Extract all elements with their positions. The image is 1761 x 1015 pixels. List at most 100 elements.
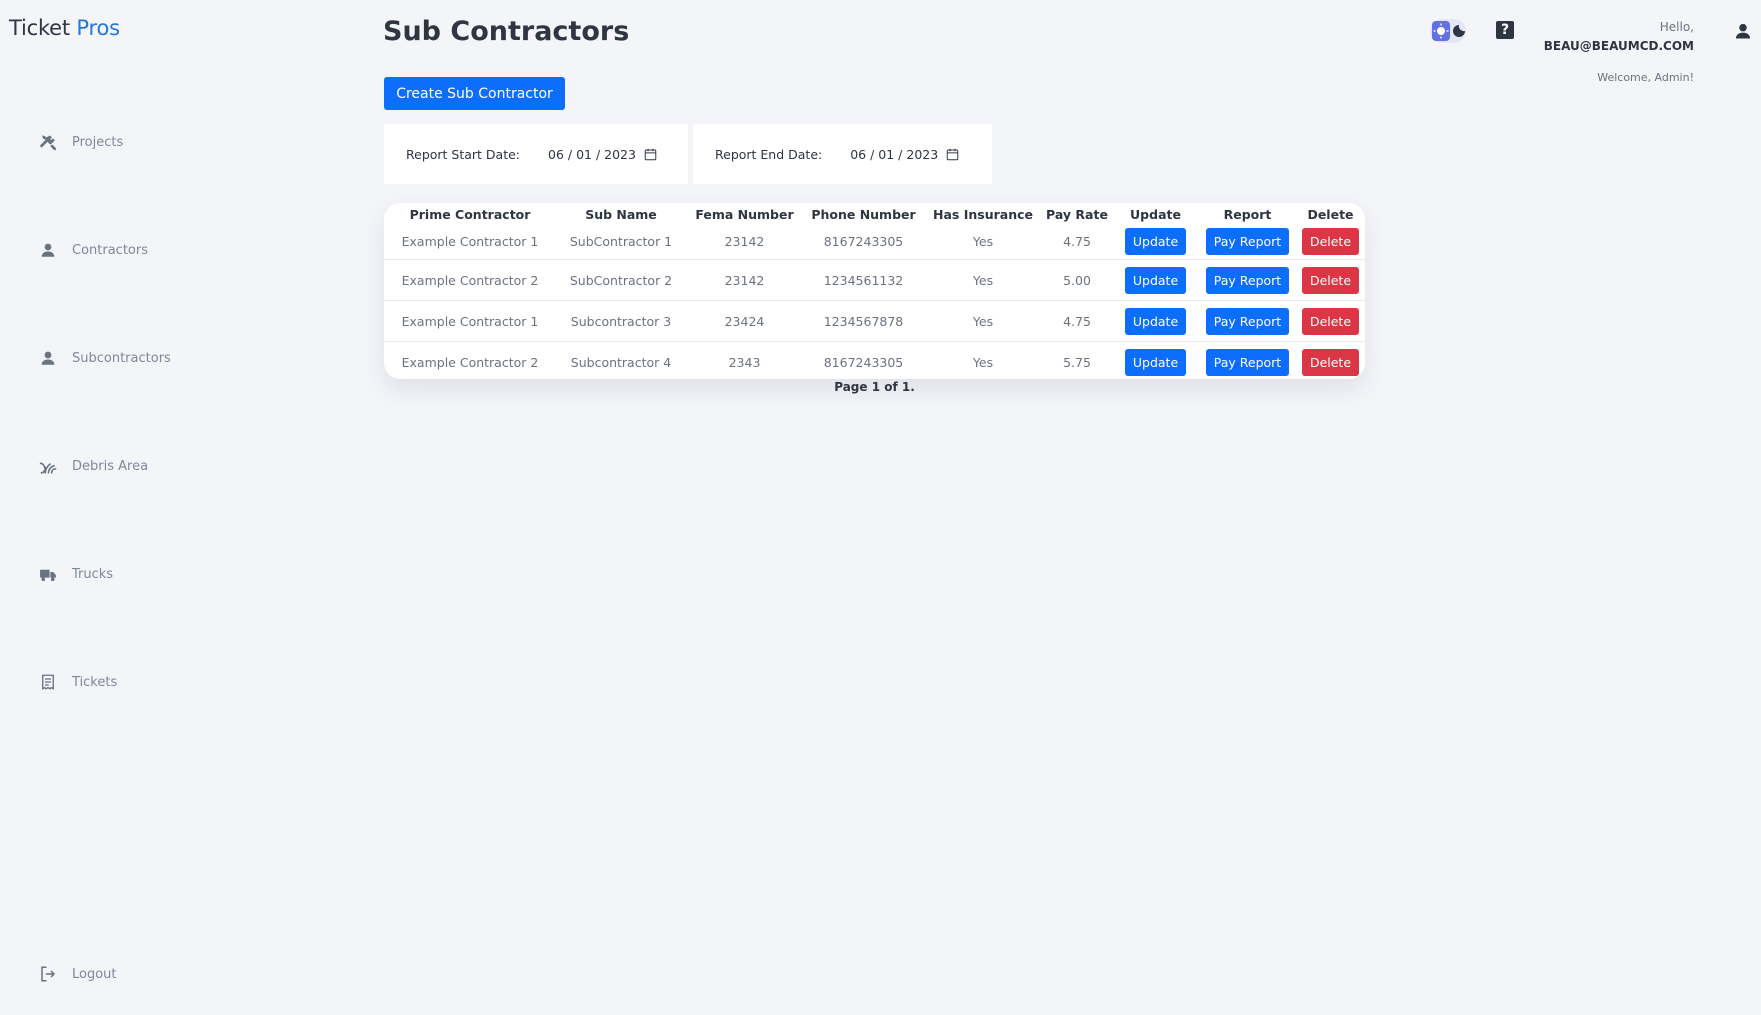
report-end-date-input[interactable]: 06 / 01 / 2023 <box>850 147 959 162</box>
truck-icon <box>38 564 58 584</box>
subcontractors-table-card: Prime Contractor Sub Name Fema Number Ph… <box>384 203 1365 379</box>
sidebar-item-projects[interactable]: Projects <box>38 132 123 152</box>
column-header-has-insurance[interactable]: Has Insurance <box>924 203 1042 223</box>
sidebar-item-debris-area[interactable]: Debris Area <box>38 456 148 476</box>
cell-pay-rate: 4.75 <box>1042 300 1112 342</box>
person-icon <box>38 240 58 260</box>
cell-prime-contractor: Example Contractor 1 <box>384 300 556 342</box>
cell-delete: Delete <box>1296 223 1365 260</box>
cell-phone-number: 1234561132 <box>803 259 924 301</box>
table-header-row: Prime Contractor Sub Name Fema Number Ph… <box>384 203 1365 223</box>
brand-accent: Pros <box>76 16 120 40</box>
report-end-date-box: Report End Date: 06 / 01 / 2023 <box>693 124 992 184</box>
table-row: Example Contractor 2 Subcontractor 4 234… <box>384 341 1365 379</box>
cell-delete: Delete <box>1296 259 1365 301</box>
cell-has-insurance: Yes <box>924 341 1042 379</box>
cell-pay-rate: 5.00 <box>1042 259 1112 301</box>
cell-has-insurance: Yes <box>924 300 1042 342</box>
column-header-sub-name[interactable]: Sub Name <box>556 203 686 223</box>
cell-update: Update <box>1112 223 1199 260</box>
cell-prime-contractor: Example Contractor 2 <box>384 341 556 379</box>
update-button[interactable]: Update <box>1124 227 1187 255</box>
delete-button[interactable]: Delete <box>1301 266 1360 294</box>
cell-pay-rate: 5.75 <box>1042 341 1112 379</box>
cell-pay-rate: 4.75 <box>1063 233 1091 249</box>
report-start-date-box: Report Start Date: 06 / 01 / 2023 <box>384 124 688 184</box>
cell-phone-number: 1234567878 <box>803 300 924 342</box>
user-email: BEAU@BEAUMCD.COM <box>1543 39 1694 53</box>
column-header-fema-number[interactable]: Fema Number <box>686 203 803 223</box>
cell-sub-name: Subcontractor 3 <box>556 300 686 342</box>
calendar-icon[interactable] <box>946 148 959 161</box>
cell-update: Update <box>1112 300 1199 342</box>
brand-logo[interactable]: Ticket Pros <box>9 16 120 40</box>
cell-sub-name: SubContractor 1 <box>569 233 673 249</box>
column-header-prime-contractor[interactable]: Prime Contractor <box>384 203 556 223</box>
cell-fema-number: 2343 <box>686 341 803 379</box>
report-start-date-value: 06 / 01 / 2023 <box>548 146 636 162</box>
welcome-message: Welcome, Admin! <box>1597 71 1694 84</box>
cell-delete: Delete <box>1296 300 1365 342</box>
tools-icon <box>38 132 58 152</box>
cell-report: Pay Report <box>1199 223 1296 260</box>
cell-delete: Delete <box>1296 341 1365 379</box>
column-header-delete: Delete <box>1307 206 1354 222</box>
column-header-report: Report <box>1223 206 1272 222</box>
delete-button[interactable]: Delete <box>1301 227 1360 255</box>
create-sub-contractor-button[interactable]: Create Sub Contractor <box>384 77 565 110</box>
update-button[interactable]: Update <box>1124 266 1187 294</box>
sidebar-item-label: Tickets <box>72 674 118 690</box>
table-row: Example Contractor 1 Subcontractor 3 234… <box>384 300 1365 342</box>
grass-icon <box>38 456 58 476</box>
user-account-icon[interactable] <box>1733 21 1753 41</box>
sidebar-item-tickets[interactable]: Tickets <box>38 672 117 692</box>
cell-fema-number: 23142 <box>686 259 803 301</box>
delete-button[interactable]: Delete <box>1301 307 1360 335</box>
cell-fema-number: 23142 <box>724 233 765 249</box>
report-end-date-label: Report End Date: <box>715 146 823 162</box>
sidebar-item-label: Debris Area <box>72 458 149 474</box>
pay-report-button[interactable]: Pay Report <box>1205 266 1290 294</box>
cell-report: Pay Report <box>1199 300 1296 342</box>
sidebar-item-subcontractors[interactable]: Subcontractors <box>38 348 171 368</box>
cell-has-insurance: Yes <box>972 233 994 249</box>
report-start-date-input[interactable]: 06 / 01 / 2023 <box>548 147 657 162</box>
person-icon <box>38 348 58 368</box>
table-row: Example Contractor 2 SubContractor 2 231… <box>384 259 1365 301</box>
calendar-icon[interactable] <box>644 148 657 161</box>
pay-report-button[interactable]: Pay Report <box>1205 348 1290 376</box>
column-header-pay-rate[interactable]: Pay Rate <box>1042 203 1112 223</box>
cell-has-insurance: Yes <box>924 259 1042 301</box>
update-button[interactable]: Update <box>1124 348 1187 376</box>
table-row: Example Contractor 1 SubContractor 1 231… <box>384 223 1365 260</box>
update-button[interactable]: Update <box>1124 307 1187 335</box>
theme-toggle[interactable] <box>1430 19 1466 43</box>
greeting: Hello, <box>1659 20 1694 34</box>
sidebar-item-label: Subcontractors <box>72 350 171 366</box>
cell-report: Pay Report <box>1199 259 1296 301</box>
cell-prime-contractor: Example Contractor 1 <box>401 233 539 249</box>
pay-report-button[interactable]: Pay Report <box>1205 227 1290 255</box>
report-start-date-label: Report Start Date: <box>406 146 521 162</box>
subcontractors-table: Prime Contractor Sub Name Fema Number Ph… <box>384 203 1365 379</box>
delete-button[interactable]: Delete <box>1301 348 1360 376</box>
logout-icon <box>38 964 58 984</box>
cell-update: Update <box>1112 341 1199 379</box>
report-end-date-value: 06 / 01 / 2023 <box>850 146 939 162</box>
sidebar-item-trucks[interactable]: Trucks <box>38 564 113 584</box>
pagination-info: Page 1 of 1. <box>834 380 915 394</box>
help-icon[interactable]: ? <box>1496 21 1514 39</box>
cell-phone-number: 8167243305 <box>823 233 904 249</box>
page-title: Sub Contractors <box>383 16 630 47</box>
column-header-update: Update <box>1130 206 1181 222</box>
sidebar-item-label: Contractors <box>72 242 148 258</box>
sidebar-item-label: Trucks <box>72 566 114 582</box>
cell-phone-number: 8167243305 <box>803 341 924 379</box>
cell-sub-name: Subcontractor 4 <box>556 341 686 379</box>
cell-update: Update <box>1112 259 1199 301</box>
receipt-icon <box>38 672 58 692</box>
column-header-phone-number[interactable]: Phone Number <box>803 203 924 223</box>
pay-report-button[interactable]: Pay Report <box>1205 307 1290 335</box>
sidebar-item-logout[interactable]: Logout <box>38 964 117 984</box>
sidebar-item-contractors[interactable]: Contractors <box>38 240 148 260</box>
